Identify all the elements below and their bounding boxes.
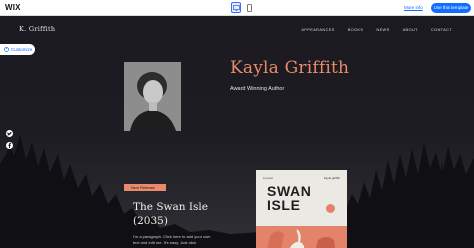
author-subtitle: Award Winning Author	[230, 86, 285, 92]
site-logo[interactable]: K. Griffith	[19, 25, 55, 33]
forest-silhouette	[0, 124, 474, 248]
swan-art	[267, 229, 335, 248]
desktop-view-button[interactable]	[231, 2, 241, 13]
author-photo	[124, 62, 181, 131]
nav-item-books[interactable]: BOOKS	[348, 27, 364, 32]
site-header: K. Griffith APPEARANCES BOOKS NEWS ABOUT…	[0, 16, 474, 44]
cover-title: SWAN ISLE	[267, 183, 312, 213]
new-release-badge: New Release	[124, 184, 166, 191]
site-nav: APPEARANCES BOOKS NEWS ABOUT CONTACT	[301, 27, 452, 32]
mobile-icon	[246, 3, 252, 12]
palette-icon	[4, 47, 9, 52]
more-info-link[interactable]: More info	[404, 5, 423, 10]
cover-left-label: a novel	[263, 176, 273, 180]
nav-item-appearances[interactable]: APPEARANCES	[301, 27, 334, 32]
author-name: Kayla Griffith	[230, 58, 350, 78]
cover-right-label: kayla griffith	[324, 176, 340, 180]
editor-top-bar: WIX More info Use this template	[0, 0, 474, 16]
social-bar	[6, 130, 13, 149]
book-cover: a novel kayla griffith SWAN ISLE	[256, 170, 347, 248]
cover-sun-dot	[326, 204, 335, 213]
nav-item-news[interactable]: NEWS	[376, 27, 389, 32]
site-preview: K. Griffith APPEARANCES BOOKS NEWS ABOUT…	[0, 16, 474, 248]
cover-artwork	[256, 226, 347, 248]
facebook-icon[interactable]	[6, 142, 13, 149]
nav-item-about[interactable]: ABOUT	[403, 27, 418, 32]
book-description: I'm a paragraph. Click here to add your …	[133, 234, 211, 245]
author-portrait	[124, 62, 181, 131]
customize-label: Customize	[11, 47, 33, 52]
cover-labels: a novel kayla griffith	[256, 176, 347, 180]
customize-button[interactable]: Customize	[0, 44, 35, 55]
desktop-icon	[232, 4, 240, 11]
mobile-view-button[interactable]	[244, 2, 254, 13]
device-toggles	[231, 2, 254, 13]
wix-logo[interactable]: WIX	[5, 3, 21, 12]
use-template-button[interactable]: Use this template	[431, 3, 471, 13]
book-title: The Swan Isle (2035)	[133, 201, 208, 227]
twitter-icon[interactable]	[6, 130, 13, 137]
nav-item-contact[interactable]: CONTACT	[431, 27, 452, 32]
